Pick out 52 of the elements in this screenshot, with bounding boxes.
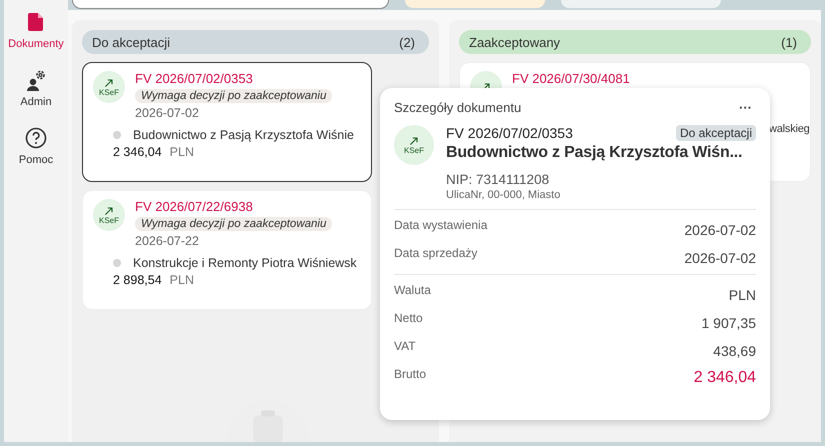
field-value: 2 346,04: [694, 369, 756, 387]
status-tag: Wymaga decyzji po zaakceptowaniu: [135, 217, 332, 231]
ksef-icon: KSeF: [93, 199, 125, 231]
field-label: Data wystawienia: [394, 218, 488, 232]
document-card[interactable]: KSeF FV 2026/07/22/6938 Wymaga decyzji po zaakceptowaniu 2026-07-22 Konstrukcje i Remonty Piotra Wiśniewsk 2 898,54 PLN: [82, 190, 372, 310]
status-dot-icon: [113, 131, 121, 139]
search-field[interactable]: [72, 0, 389, 9]
invoice-number: FV 2026/07/02/0353: [135, 71, 253, 86]
help-icon: [24, 126, 48, 150]
status-tag: Wymaga decyzji po zaakceptowaniu: [135, 89, 332, 103]
nav-item[interactable]: Admin: [16, 66, 56, 110]
invoice-date: 2026-07-22: [135, 234, 199, 248]
column-count: (1): [781, 34, 797, 50]
popover-title: Szczegóły dokumentu: [394, 100, 522, 115]
field-value: 2026-07-02: [684, 222, 756, 238]
nav-item[interactable]: Pomoc: [14, 124, 58, 168]
field-value: PLN: [728, 287, 756, 303]
currency: PLN: [170, 145, 194, 159]
amount: 2 898,54: [113, 273, 162, 287]
column-title: Zaakceptowany: [469, 34, 560, 50]
invoice-date: 2026-07-02: [135, 106, 199, 120]
column-count: (2): [399, 34, 415, 50]
document-card[interactable]: KSeF FV 2026/07/02/0353 Wymaga decyzji po zaakceptowaniu 2026-07-02 Budownictwo z Pasją Krzysztofa Wiśnie 2 346,04 PLN: [82, 62, 372, 182]
invoice-number: FV 2026/07/02/0353: [446, 125, 573, 141]
field-value: 438,69: [713, 343, 756, 359]
nav-item[interactable]: Dokumenty: [4, 8, 68, 52]
currency: PLN: [170, 273, 194, 287]
address: UlicaNr, 00-000, Miasto: [446, 189, 562, 201]
field-label: VAT: [394, 339, 416, 353]
field-label: Brutto: [394, 367, 426, 381]
ksef-icon: KSeF: [394, 125, 434, 165]
company-name: Budownictwo z Pasją Krzysztofa Wiśnie: [133, 128, 354, 142]
company-name: walskieg: [769, 123, 810, 135]
invoice-number: FV 2026/07/22/6938: [135, 199, 253, 214]
ksef-icon: KSeF: [93, 71, 125, 103]
company-name: Budownictwo z Pasją Krzysztofa Wiśn...: [446, 144, 744, 162]
more-button[interactable]: ···: [735, 100, 756, 115]
filter-chip[interactable]: [405, 0, 545, 8]
user-gear-icon: [24, 68, 48, 92]
field-label: Netto: [394, 311, 423, 325]
field-label: Waluta: [394, 283, 431, 297]
tax-id: NIP: 7314111208: [446, 172, 550, 187]
invoice-number: FV 2026/07/30/4081: [512, 71, 630, 86]
field-label: Data sprzedaży: [394, 246, 478, 260]
column-title: Do akceptacji: [92, 34, 170, 50]
field-value: 1 907,35: [702, 315, 756, 331]
status-tag: Do akceptacji: [676, 125, 756, 141]
amount: 2 346,04: [113, 145, 162, 159]
field-value: 2026-07-02: [684, 250, 756, 266]
filter-chip[interactable]: [561, 0, 721, 8]
company-name: Konstrukcje i Remonty Piotra Wiśniewsk: [133, 256, 357, 270]
status-dot-icon: [113, 259, 121, 267]
